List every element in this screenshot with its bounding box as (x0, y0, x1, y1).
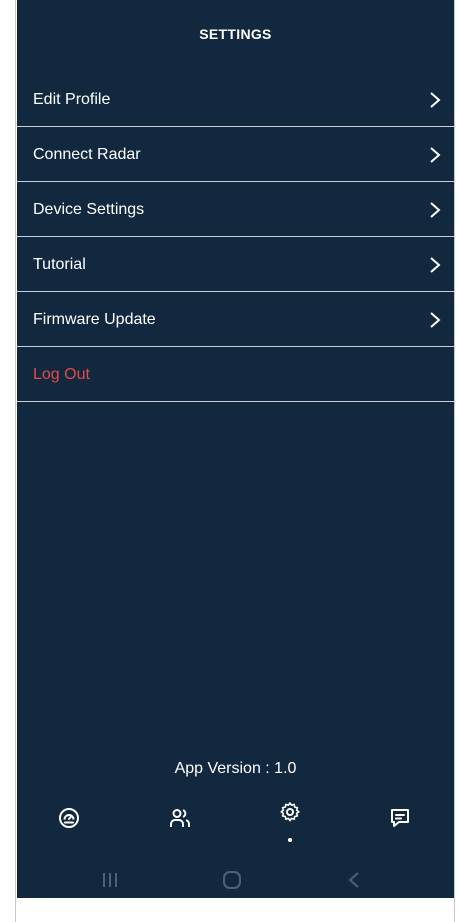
home-icon[interactable] (221, 870, 243, 890)
menu-item-label: Tutorial (33, 256, 86, 273)
dashboard-icon (59, 808, 79, 828)
device-frame: SETTINGS Edit Profile Connect Radar Devi… (15, 0, 455, 922)
app-version: App Version : 1.0 (174, 760, 297, 777)
tab-settings[interactable] (275, 802, 305, 846)
menu-item-label: Firmware Update (33, 311, 156, 328)
bottom-tab-bar (17, 802, 454, 856)
menu-item-label: Device Settings (33, 201, 145, 218)
page-title: SETTINGS (199, 26, 272, 42)
menu-item-edit-profile[interactable]: Edit Profile (17, 72, 454, 127)
tab-messages[interactable] (385, 806, 415, 846)
menu-item-log-out[interactable]: Log Out (17, 347, 454, 402)
chat-icon (391, 809, 409, 827)
menu-item-label: Edit Profile (33, 91, 111, 108)
gear-icon (280, 802, 300, 822)
tab-dashboard[interactable] (54, 806, 84, 846)
menu-item-tutorial[interactable]: Tutorial (17, 237, 454, 292)
system-navigation-bar (17, 862, 454, 898)
active-tab-indicator (288, 838, 292, 842)
chevron-right-icon (430, 312, 441, 328)
chevron-right-icon (430, 92, 441, 108)
menu-item-label: Connect Radar (33, 146, 141, 163)
menu-item-firmware-update[interactable]: Firmware Update (17, 292, 454, 347)
settings-screen: SETTINGS Edit Profile Connect Radar Devi… (17, 0, 454, 898)
menu-item-connect-radar[interactable]: Connect Radar (17, 127, 454, 182)
settings-menu: Edit Profile Connect Radar Device Settin… (17, 72, 454, 402)
chevron-right-icon (430, 202, 441, 218)
back-icon[interactable] (343, 870, 365, 890)
log-out-label: Log Out (33, 366, 90, 383)
chevron-right-icon (430, 147, 441, 163)
users-icon (170, 809, 190, 827)
chevron-right-icon (430, 257, 441, 273)
menu-item-device-settings[interactable]: Device Settings (17, 182, 454, 237)
tab-users[interactable] (165, 806, 195, 846)
recent-apps-icon[interactable] (99, 870, 121, 890)
